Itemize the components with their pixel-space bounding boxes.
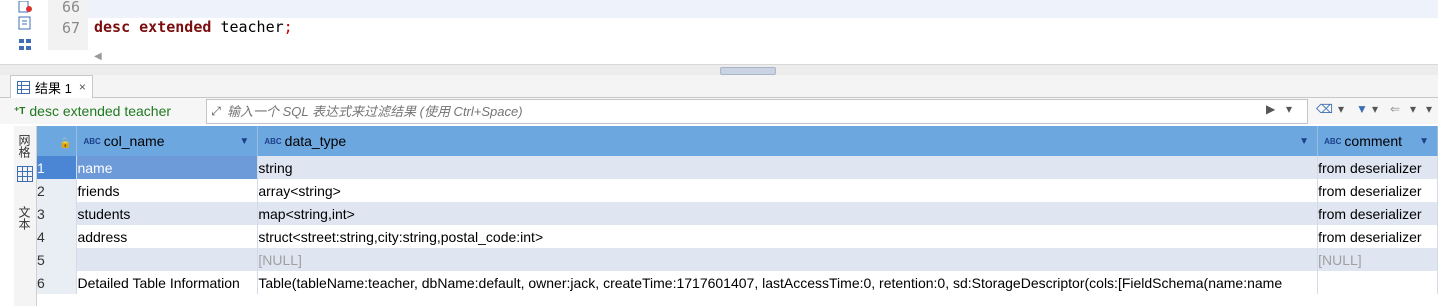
string-type-icon: ABC bbox=[264, 136, 282, 146]
filter-history-icon[interactable]: ▾ bbox=[1286, 102, 1292, 116]
cell-col-name[interactable]: address bbox=[76, 225, 259, 248]
table-row[interactable]: 5 [NULL] [NULL] bbox=[37, 248, 1438, 271]
table-row[interactable]: 2 friends array<string> from deserialize… bbox=[37, 179, 1438, 202]
cell-comment[interactable]: from deserializer bbox=[1317, 179, 1438, 202]
new-script-icon[interactable] bbox=[18, 0, 32, 14]
apply-filter-icon[interactable]: ▶ bbox=[1266, 102, 1275, 116]
line-number: 67 bbox=[62, 19, 81, 37]
grid-icon bbox=[17, 80, 30, 94]
cell-data-type[interactable]: Table(tableName:teacher, dbName:default,… bbox=[257, 271, 1319, 294]
column-menu-icon[interactable]: ▼ bbox=[239, 136, 249, 147]
cell-col-name[interactable]: Detailed Table Information bbox=[76, 271, 259, 294]
cell-data-type[interactable]: map<string,int> bbox=[257, 202, 1319, 225]
splitter-grip-icon[interactable] bbox=[720, 67, 776, 80]
column-header-label: col_name bbox=[103, 133, 165, 149]
query-icon: ⁺T bbox=[14, 105, 26, 117]
query-text: desc extended teacher bbox=[29, 103, 172, 119]
tab-label: 结果 1 bbox=[35, 80, 72, 96]
grid-view-icon[interactable] bbox=[17, 166, 33, 182]
current-line-highlight bbox=[88, 0, 1438, 18]
lock-icon: 🔒 bbox=[59, 138, 72, 149]
column-header-comment[interactable]: ABC comment ▼ bbox=[1317, 126, 1438, 156]
cell-comment[interactable]: from deserializer bbox=[1317, 202, 1438, 225]
result-tabbar: 结果 1 × bbox=[0, 75, 1438, 98]
row-number[interactable]: 1 bbox=[37, 156, 78, 179]
filter-input[interactable] bbox=[225, 103, 1307, 120]
editor-left-toolbar bbox=[0, 0, 40, 64]
cell-col-name[interactable]: students bbox=[76, 202, 259, 225]
cell-comment[interactable]: from deserializer bbox=[1317, 225, 1438, 248]
funnel-icon[interactable]: ▼ bbox=[1356, 102, 1368, 116]
query-label[interactable]: ⁺T desc extended teacher bbox=[14, 100, 171, 122]
filter-bar: ⁺T desc extended teacher ⤢ ▶ ▾ ⌫ ▾ ▼ ▾ ⇐… bbox=[0, 98, 1438, 124]
keyword-desc: desc bbox=[94, 18, 131, 36]
forward-dropdown-icon[interactable]: ▾ bbox=[1426, 102, 1432, 116]
cell-data-type[interactable]: struct<street:string,city:string,postal_… bbox=[257, 225, 1319, 248]
table-row[interactable]: 3 students map<string,int> from deserial… bbox=[37, 202, 1438, 225]
results-grid[interactable]: 🔒 ABC col_name ▼ ABC data_type ▼ ABC commen… bbox=[37, 126, 1438, 294]
cell-comment[interactable] bbox=[1317, 271, 1438, 294]
column-menu-icon[interactable]: ▼ bbox=[1299, 136, 1309, 147]
close-icon[interactable]: × bbox=[79, 80, 86, 94]
keyword-extended: extended bbox=[139, 18, 212, 36]
side-tab-grid[interactable]: 网格 bbox=[17, 134, 33, 158]
filter-box[interactable]: ⤢ bbox=[206, 99, 1308, 124]
cell-data-type[interactable]: array<string> bbox=[257, 179, 1319, 202]
side-tab-text[interactable]: 文本 bbox=[17, 206, 33, 230]
funnel-dropdown-icon[interactable]: ▾ bbox=[1372, 102, 1378, 116]
row-number[interactable]: 4 bbox=[37, 225, 78, 248]
outline-icon[interactable] bbox=[18, 38, 32, 52]
back-dropdown-icon[interactable]: ▾ bbox=[1410, 102, 1416, 116]
line-number: 66 bbox=[62, 0, 81, 16]
cell-comment[interactable]: from deserializer bbox=[1317, 156, 1438, 179]
clear-filter-icon[interactable]: ⌫ bbox=[1316, 102, 1333, 116]
cell-data-type[interactable]: [NULL] bbox=[257, 248, 1319, 271]
row-number-header[interactable]: 🔒 bbox=[37, 126, 78, 156]
column-header-label: comment bbox=[1344, 133, 1402, 149]
cell-col-name[interactable]: name bbox=[76, 156, 259, 179]
table-row[interactable]: 1 name string from deserializer bbox=[37, 156, 1438, 179]
semicolon: ; bbox=[283, 18, 293, 36]
column-header-col-name[interactable]: ABC col_name ▼ bbox=[76, 126, 259, 156]
header-row: 🔒 ABC col_name ▼ ABC data_type ▼ ABC commen… bbox=[37, 126, 1438, 156]
cell-col-name[interactable] bbox=[76, 248, 259, 271]
sql-editor[interactable]: 66 67 desc extended teacher; ◀ bbox=[0, 0, 1438, 64]
table-row[interactable]: 4 address struct<street:string,city:stri… bbox=[37, 225, 1438, 248]
row-number[interactable]: 3 bbox=[37, 202, 78, 225]
cell-col-name[interactable]: friends bbox=[76, 179, 259, 202]
table-row[interactable]: 6 Detailed Table Information Table(table… bbox=[37, 271, 1438, 294]
row-number[interactable]: 2 bbox=[37, 179, 78, 202]
back-arrow-icon[interactable]: ⇐ bbox=[1390, 102, 1400, 116]
expand-icon[interactable]: ⤢ bbox=[207, 104, 225, 119]
cell-data-type[interactable]: string bbox=[257, 156, 1319, 179]
open-file-icon[interactable] bbox=[18, 16, 32, 30]
row-number[interactable]: 6 bbox=[37, 271, 78, 294]
result-side-panel: 网格 文本 bbox=[14, 126, 37, 306]
column-menu-icon[interactable]: ▼ bbox=[1419, 136, 1429, 147]
string-type-icon: ABC bbox=[83, 136, 101, 146]
clear-dropdown-icon[interactable]: ▾ bbox=[1338, 102, 1344, 116]
column-header-label: data_type bbox=[284, 133, 347, 149]
column-header-data-type[interactable]: ABC data_type ▼ bbox=[257, 126, 1319, 156]
code-line[interactable]: desc extended teacher; bbox=[94, 18, 293, 36]
scroll-left-arrow-icon[interactable]: ◀ bbox=[94, 51, 102, 62]
tab-result-1[interactable]: 结果 1 × bbox=[10, 75, 93, 98]
string-type-icon: ABC bbox=[1324, 136, 1342, 146]
table-identifier: teacher bbox=[220, 18, 284, 36]
cell-comment[interactable]: [NULL] bbox=[1317, 248, 1438, 271]
row-number[interactable]: 5 bbox=[37, 248, 78, 271]
